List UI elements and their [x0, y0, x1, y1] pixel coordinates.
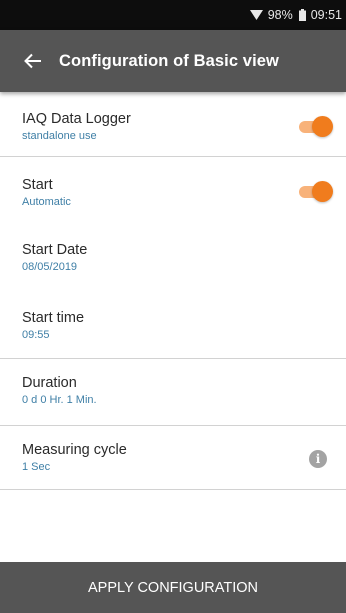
setting-value: 09:55 [22, 329, 50, 341]
apply-configuration-label: APPLY CONFIGURATION [88, 579, 258, 596]
setting-label: Measuring cycle [22, 442, 127, 458]
divider [0, 489, 346, 490]
setting-label: Start Date [22, 242, 88, 258]
setting-row-duration[interactable]: Duration 0 d 0 Hr. 1 Min. [0, 374, 346, 408]
apply-configuration-button[interactable]: APPLY CONFIGURATION [0, 562, 346, 613]
toggle-knob [312, 116, 333, 137]
setting-label: Start [22, 177, 53, 193]
settings-list: IAQ Data Logger standalone use Start Aut… [0, 92, 346, 562]
setting-row-start: Start Automatic [0, 176, 346, 210]
status-bar: 98% 09:51 [0, 0, 346, 30]
setting-row-start-date[interactable]: Start Date 08/05/2019 [0, 241, 346, 275]
setting-label: Duration [22, 375, 77, 391]
setting-value: 1 Sec [22, 461, 51, 473]
toggle-knob [312, 181, 333, 202]
divider [0, 425, 346, 426]
divider [0, 156, 346, 157]
divider [0, 358, 346, 359]
battery-percentage: 98% [267, 8, 293, 22]
setting-label: IAQ Data Logger [22, 111, 131, 127]
iaq-data-logger-toggle[interactable] [299, 116, 333, 138]
setting-label: Start time [22, 310, 85, 326]
setting-value: 0 d 0 Hr. 1 Min. [22, 394, 97, 406]
info-icon[interactable]: i [309, 450, 327, 468]
setting-row-measuring-cycle[interactable]: Measuring cycle 1 Sec [0, 441, 346, 475]
battery-icon [298, 9, 306, 21]
setting-row-iaq-data-logger: IAQ Data Logger standalone use [0, 110, 346, 144]
setting-value: Automatic [22, 196, 71, 208]
back-button[interactable] [19, 47, 47, 75]
app-bar: Configuration of Basic view [0, 30, 346, 92]
setting-value: 08/05/2019 [22, 261, 78, 273]
clock-time: 09:51 [310, 8, 342, 22]
arrow-left-icon [24, 53, 41, 69]
wifi-icon [249, 10, 263, 20]
setting-value: standalone use [22, 130, 97, 142]
setting-row-start-time[interactable]: Start time 09:55 [0, 309, 346, 343]
page-title: Configuration of Basic view [59, 51, 279, 70]
start-toggle[interactable] [299, 181, 333, 203]
